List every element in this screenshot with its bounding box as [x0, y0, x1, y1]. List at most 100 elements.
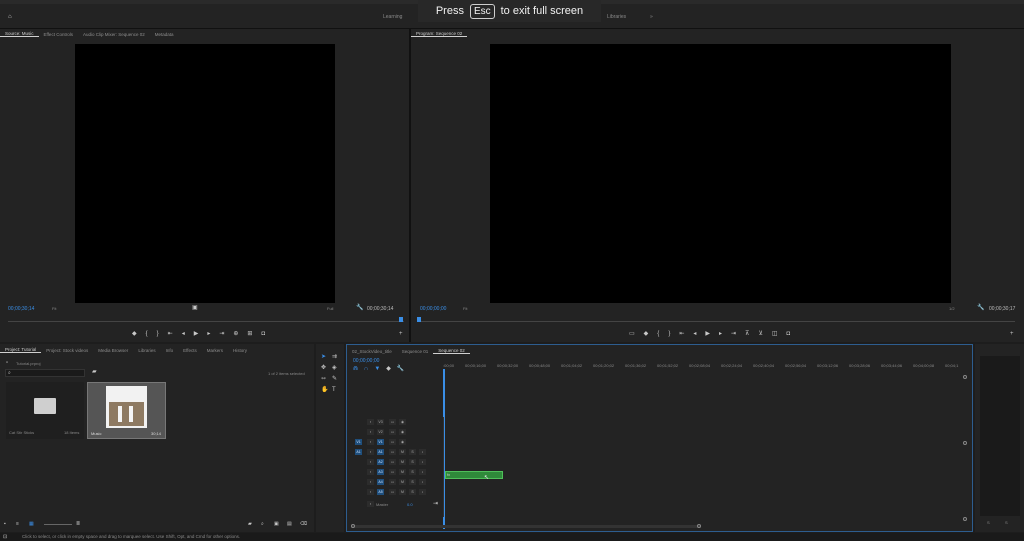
sync-lock-icon[interactable]: ▭ [389, 429, 396, 435]
source-timecode-in[interactable]: 00;00;30;14 [8, 306, 34, 312]
add-marker-icon[interactable]: ▼ [374, 366, 380, 373]
master-end-icon[interactable]: ⇥ [433, 501, 438, 507]
program-video-viewer[interactable] [490, 44, 951, 303]
play-icon[interactable]: ▶ [705, 331, 710, 338]
zoom-slider[interactable] [44, 524, 72, 525]
workspace-more-button[interactable]: » [650, 14, 653, 20]
marker-icon[interactable]: ◆ [132, 331, 137, 338]
sync-lock-icon[interactable]: ▭ [389, 419, 396, 425]
project-item-bin[interactable]: Cat Stir Sticks 18 Items [6, 382, 84, 439]
sync-lock-icon[interactable]: ▭ [389, 459, 396, 465]
track-lock-icon[interactable]: ▪ [367, 419, 374, 425]
camera-icon[interactable]: ◘ [787, 331, 791, 338]
project-item-music[interactable]: Music 30;14 [87, 382, 166, 439]
sync-lock-icon[interactable]: ▭ [389, 469, 396, 475]
tab-markers[interactable]: Markers [202, 348, 228, 353]
tab-effect-controls[interactable]: Effect Controls [39, 32, 78, 37]
mic-icon[interactable]: ♪ [419, 489, 426, 495]
selection-tool-icon[interactable]: ➤ [321, 354, 326, 360]
slip-tool-icon[interactable]: ⇿ [321, 376, 326, 382]
program-playhead[interactable] [417, 317, 421, 322]
tab-sequence-02[interactable]: Sequence 02 [433, 348, 470, 354]
workspace-tab-learning[interactable]: Learning [383, 14, 402, 20]
track-target-a4[interactable]: A4 [377, 479, 384, 485]
step-back-icon[interactable]: ◂ [693, 331, 696, 338]
timeline-horizontal-scrollbar[interactable] [351, 524, 701, 528]
mark-out-icon[interactable]: } [157, 331, 159, 338]
track-target-a5[interactable]: A5 [377, 489, 384, 495]
clip-icon[interactable]: ▣ [192, 305, 198, 311]
step-back-icon[interactable]: ◂ [182, 331, 185, 338]
program-time-ruler[interactable] [419, 321, 1015, 322]
sort-icon[interactable]: ≣ [76, 521, 80, 527]
extract-icon[interactable]: ⊻ [758, 331, 762, 338]
mic-icon[interactable]: ♪ [419, 469, 426, 475]
source-video-viewer[interactable] [75, 44, 335, 303]
type-tool-icon[interactable]: T [332, 387, 336, 393]
sync-lock-icon[interactable]: ▭ [389, 449, 396, 455]
trash-icon[interactable]: ⌫ [300, 521, 307, 527]
sync-lock-icon[interactable]: ▭ [389, 489, 396, 495]
lock-icon[interactable]: ▪ [4, 521, 6, 527]
step-forward-icon[interactable]: ▸ [719, 331, 722, 338]
hand-tool-icon[interactable]: ✋ [321, 387, 328, 393]
mic-icon[interactable]: ♪ [419, 459, 426, 465]
list-view-icon[interactable]: ≡ [16, 521, 19, 527]
go-to-in-icon[interactable]: ⇤ [679, 331, 684, 338]
mute-icon[interactable]: M [399, 479, 406, 485]
track-target-v1[interactable]: V1 [377, 439, 384, 445]
scroll-handle-mid[interactable] [963, 441, 967, 445]
marker-icon[interactable]: ◆ [386, 366, 391, 373]
tab-info[interactable]: Info [161, 348, 179, 353]
pen-tool-icon[interactable]: ✎ [332, 376, 337, 382]
overwrite-icon[interactable]: ⊞ [247, 331, 252, 338]
track-lock-icon[interactable]: ▪ [367, 469, 374, 475]
timeline-timecode[interactable]: 00;00;00;00 [353, 358, 379, 364]
tab-project-stock-videos[interactable]: Project: Stock videos [41, 348, 93, 353]
program-add-button-icon[interactable]: + [1010, 331, 1014, 337]
mic-icon[interactable]: ♪ [419, 449, 426, 455]
marker-icon[interactable]: ◆ [644, 331, 649, 338]
safe-margins-icon[interactable]: ▭ [629, 331, 635, 338]
source-playhead[interactable] [399, 317, 403, 322]
wrench-icon[interactable]: 🔧 [356, 305, 363, 311]
insert-icon[interactable]: ⊕ [233, 331, 238, 338]
go-to-out-icon[interactable]: ⇥ [219, 331, 224, 338]
source-fit-dropdown[interactable]: Fit [52, 306, 56, 311]
master-value[interactable]: 0.0 [407, 502, 413, 507]
track-target-v3[interactable]: V3 [377, 419, 384, 425]
eye-icon[interactable]: ◉ [399, 419, 406, 425]
source-add-button-icon[interactable]: + [399, 331, 403, 337]
tab-history[interactable]: History [228, 348, 252, 353]
mic-icon[interactable]: ♪ [419, 479, 426, 485]
track-lock-icon[interactable]: ▪ [367, 501, 374, 507]
track-target-a1[interactable]: A1 [377, 449, 384, 455]
step-forward-icon[interactable]: ▸ [207, 331, 210, 338]
source-patch-v1[interactable]: V1 [355, 439, 362, 445]
solo-icon[interactable]: S [409, 449, 416, 455]
scroll-handle-bottom[interactable] [963, 517, 967, 521]
sync-lock-icon[interactable]: ▭ [389, 479, 396, 485]
track-lock-icon[interactable]: ▪ [367, 459, 374, 465]
solo-icon[interactable]: S [409, 469, 416, 475]
folder-new-icon[interactable]: ▰ [248, 521, 252, 527]
ripple-edit-icon[interactable]: ✥ [321, 365, 326, 371]
source-quality-dropdown[interactable]: Full [327, 306, 333, 311]
track-lock-icon[interactable]: ▪ [367, 439, 374, 445]
tab-audio-clip-mixer[interactable]: Audio Clip Mixer: Sequence 02 [78, 32, 150, 37]
zoom-handle-right[interactable] [697, 524, 701, 528]
sync-lock-icon[interactable]: ▭ [389, 439, 396, 445]
tab-sequence-01[interactable]: Sequence 01 [397, 349, 434, 354]
settings-wrench-icon[interactable]: 🔧 [397, 366, 404, 373]
play-icon[interactable]: ▶ [194, 331, 199, 338]
mute-icon[interactable]: M [399, 459, 406, 465]
program-fit-dropdown[interactable]: Fit [463, 306, 467, 311]
track-lock-icon[interactable]: ▪ [367, 449, 374, 455]
track-target-a3[interactable]: A3 [377, 469, 384, 475]
solo-right-icon[interactable]: S [1005, 520, 1008, 525]
mute-icon[interactable]: M [399, 489, 406, 495]
go-to-out-icon[interactable]: ⇥ [731, 331, 736, 338]
program-ratio-dropdown[interactable]: 1/2 [949, 306, 955, 311]
compare-icon[interactable]: ◫ [772, 331, 778, 338]
tab-media-browser[interactable]: Media Browser [93, 348, 133, 353]
